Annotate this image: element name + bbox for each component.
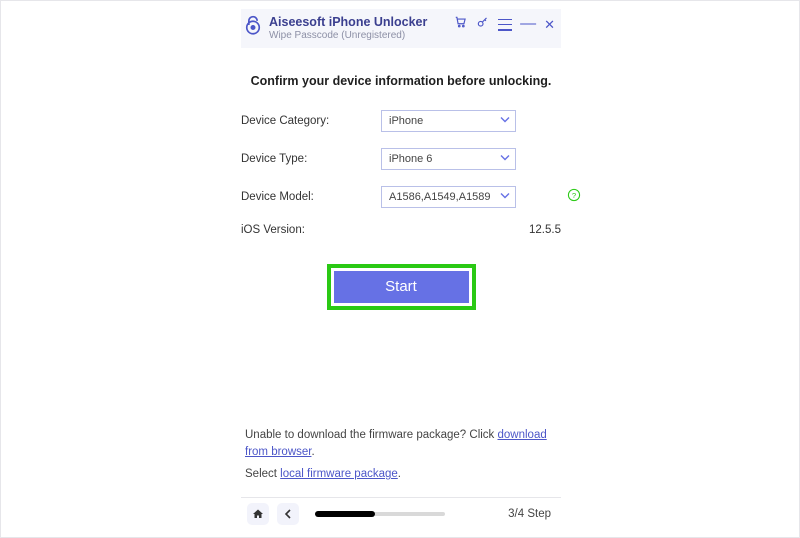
brand: Aiseesoft iPhone Unlocker Wipe Passcode … xyxy=(243,15,427,42)
start-highlight: Start xyxy=(327,264,476,310)
device-type-label: Device Type: xyxy=(241,153,381,165)
home-button[interactable] xyxy=(247,503,269,525)
chevron-down-icon xyxy=(500,190,510,203)
start-button[interactable]: Start xyxy=(334,271,469,303)
page-heading: Confirm your device information before u… xyxy=(241,74,561,88)
firmware-help-text: Unable to download the firmware package?… xyxy=(241,427,561,489)
device-info-form: Device Category: iPhone Device Type: iPh… xyxy=(241,110,561,236)
device-category-label: Device Category: xyxy=(241,115,381,127)
minimize-icon[interactable]: — xyxy=(520,19,536,29)
chevron-down-icon xyxy=(500,152,510,165)
ios-version-label: iOS Version: xyxy=(241,224,381,236)
cart-icon[interactable] xyxy=(454,15,468,34)
device-model-label: Device Model: xyxy=(241,191,381,203)
progress-fill xyxy=(315,511,375,517)
app-subtitle: Wipe Passcode (Unregistered) xyxy=(269,30,427,42)
svg-text:?: ? xyxy=(572,191,576,200)
firmware-text-2: Select xyxy=(245,468,280,480)
step-indicator: 3/4 Step xyxy=(508,508,551,520)
device-type-value: iPhone 6 xyxy=(389,153,432,165)
device-type-select[interactable]: iPhone 6 xyxy=(381,148,516,170)
key-icon[interactable] xyxy=(476,15,490,34)
footer-bar: 3/4 Step xyxy=(241,497,561,529)
help-icon[interactable]: ? xyxy=(567,188,581,207)
menu-icon[interactable] xyxy=(498,19,512,31)
title-bar: Aiseesoft iPhone Unlocker Wipe Passcode … xyxy=(241,9,561,48)
app-title: Aiseesoft iPhone Unlocker xyxy=(269,15,427,29)
chevron-down-icon xyxy=(500,114,510,127)
app-logo-icon xyxy=(243,15,263,40)
firmware-text-1: Unable to download the firmware package?… xyxy=(245,429,498,441)
ios-version-value: 12.5.5 xyxy=(529,224,561,236)
device-category-select[interactable]: iPhone xyxy=(381,110,516,132)
close-icon[interactable]: ✕ xyxy=(544,17,555,33)
device-model-select[interactable]: A1586,A1549,A1589 xyxy=(381,186,516,208)
local-firmware-link[interactable]: local firmware package xyxy=(280,468,398,480)
app-window: Aiseesoft iPhone Unlocker Wipe Passcode … xyxy=(0,0,800,538)
device-category-value: iPhone xyxy=(389,115,423,127)
device-model-value: A1586,A1549,A1589 xyxy=(389,191,491,203)
progress-bar xyxy=(315,512,445,516)
back-button[interactable] xyxy=(277,503,299,525)
